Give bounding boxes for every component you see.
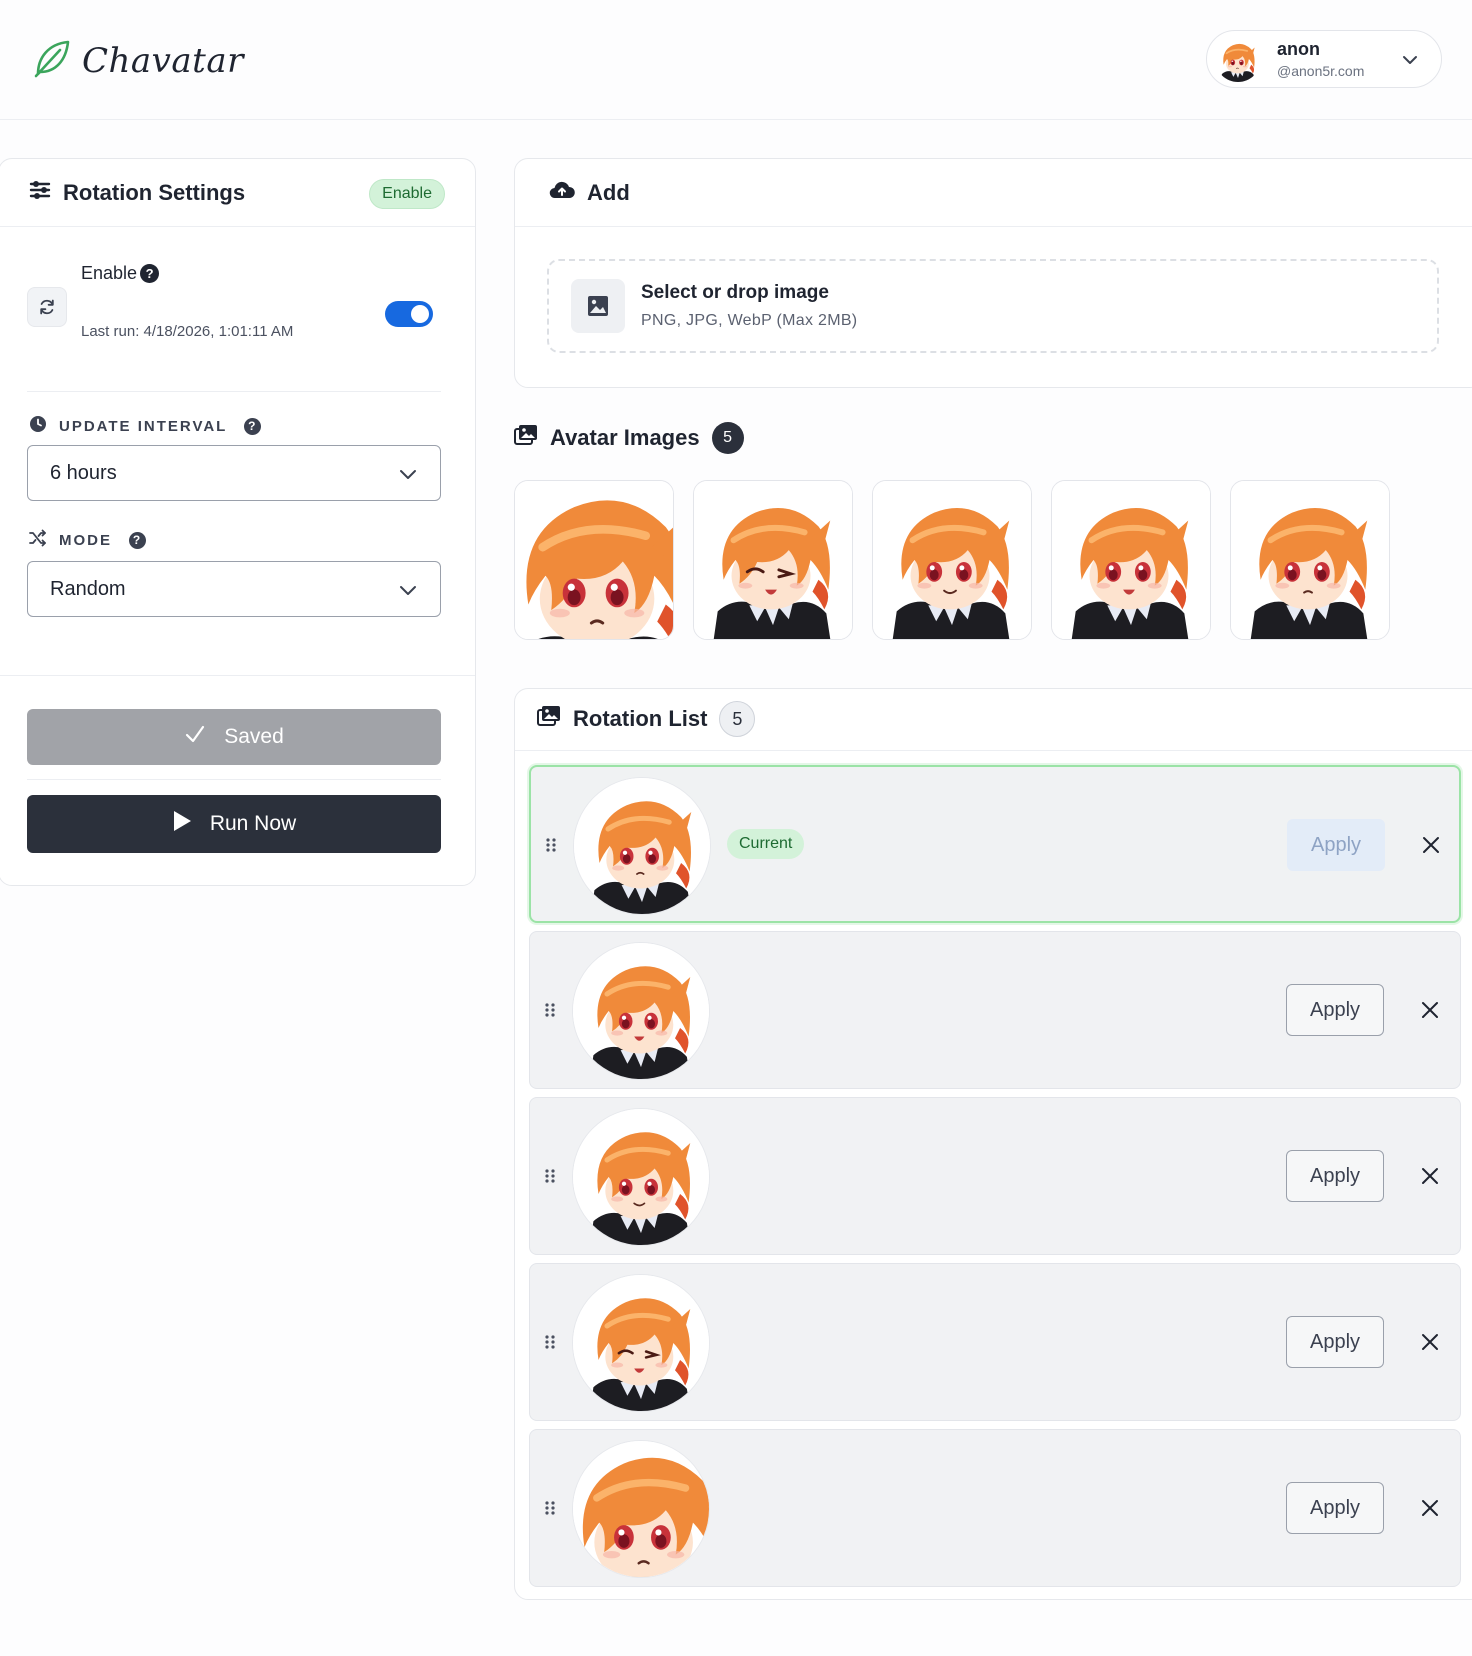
grip-icon[interactable] [545, 837, 557, 858]
sliders-icon [29, 179, 51, 206]
grip-icon[interactable] [544, 1334, 556, 1355]
close-icon[interactable] [1418, 998, 1442, 1022]
avatar-thumbnail[interactable] [693, 480, 853, 640]
mode-label-text: MODE [59, 531, 112, 549]
update-interval-value: 6 hours [50, 461, 117, 484]
rotation-row[interactable]: Apply [529, 1097, 1461, 1255]
cloud-upload-icon [549, 179, 575, 206]
rotation-avatar [572, 1440, 710, 1578]
rotation-settings-header: Rotation Settings Enable [0, 159, 475, 227]
user-email: @anon5r.com [1277, 63, 1365, 79]
avatar-images-title: Avatar Images [550, 425, 700, 450]
enable-toggle[interactable] [385, 301, 433, 327]
apply-button[interactable]: Apply [1287, 819, 1385, 871]
chevron-down-icon [1401, 51, 1419, 74]
divider [27, 779, 441, 780]
top-bar: Chavatar anon @anon5r.com [0, 0, 1472, 120]
chevron-down-icon [398, 580, 418, 606]
shuffle-icon [29, 529, 47, 551]
update-interval-label: UPDATE INTERVAL ? [29, 415, 262, 437]
play-icon [172, 810, 192, 838]
user-menu-button[interactable]: anon @anon5r.com [1206, 30, 1442, 88]
rotation-row[interactable]: Apply [529, 1429, 1461, 1587]
clock-icon [29, 415, 47, 437]
app-logo[interactable]: Chavatar [30, 36, 244, 85]
avatar-thumbnail[interactable] [1051, 480, 1211, 640]
refresh-icon [27, 287, 67, 327]
add-card: Add Select or drop image PNG, JPG, WebP … [514, 158, 1472, 388]
apply-button[interactable]: Apply [1286, 1150, 1384, 1202]
add-header: Add [515, 159, 1472, 227]
leaf-icon [30, 36, 74, 85]
rotation-avatar [573, 777, 711, 915]
images-icon [537, 705, 561, 733]
rotation-settings-title: Rotation Settings [63, 179, 246, 205]
user-avatar [1215, 36, 1261, 82]
run-now-label: Run Now [209, 812, 297, 835]
enable-setting: Enable? Last run: 4/18/2026, 1:01:11 AM [27, 247, 447, 407]
rotation-row[interactable]: Current Apply [529, 765, 1461, 923]
close-icon[interactable] [1418, 1330, 1442, 1354]
rotation-list-title: Rotation List [573, 706, 708, 731]
grip-icon[interactable] [544, 1500, 556, 1521]
help-icon[interactable]: ? [244, 417, 262, 435]
grip-icon[interactable] [544, 1168, 556, 1189]
apply-button[interactable]: Apply [1286, 984, 1384, 1036]
rotation-list-header: Rotation List 5 [515, 689, 1472, 751]
rotation-avatar [572, 1274, 710, 1412]
mode-select[interactable]: Random [27, 561, 441, 617]
rotation-row[interactable]: Apply [529, 1263, 1461, 1421]
rotation-settings-card: Rotation Settings Enable Enable? Last ru… [0, 158, 476, 886]
help-icon[interactable]: ? [140, 264, 160, 283]
help-icon[interactable]: ? [129, 531, 146, 549]
app-title: Chavatar [82, 40, 244, 81]
saved-button[interactable]: Saved [27, 709, 441, 765]
check-icon [184, 723, 206, 751]
chevron-down-icon [398, 464, 418, 490]
image-drop-zone[interactable]: Select or drop image PNG, JPG, WebP (Max… [547, 259, 1439, 353]
enable-label-text: Enable [81, 263, 138, 283]
images-icon [514, 424, 538, 452]
close-icon[interactable] [1418, 1496, 1442, 1520]
rotation-list-count: 5 [719, 701, 756, 737]
rotation-row[interactable]: Apply [529, 931, 1461, 1089]
apply-button[interactable]: Apply [1286, 1316, 1384, 1368]
status-badge: Enable [369, 179, 445, 209]
image-icon [571, 279, 625, 333]
rotation-avatar [572, 1108, 710, 1246]
mode-label: MODE ? [29, 529, 146, 551]
avatar-images-header: Avatar Images 5 [514, 422, 744, 454]
saved-button-label: Saved [224, 725, 284, 748]
close-icon[interactable] [1418, 1164, 1442, 1188]
avatar-thumbnail[interactable] [514, 480, 674, 640]
update-interval-label-text: UPDATE INTERVAL [59, 417, 228, 435]
last-run-text: Last run: 4/18/2026, 1:01:11 AM [81, 323, 294, 340]
close-icon[interactable] [1419, 833, 1443, 857]
avatar-thumbnail[interactable] [1230, 480, 1390, 640]
update-interval-select[interactable]: 6 hours [27, 445, 441, 501]
avatar-images-grid [514, 480, 1409, 640]
add-title: Add [587, 179, 630, 205]
drop-subtitle: PNG, JPG, WebP (Max 2MB) [641, 312, 858, 329]
grip-icon[interactable] [544, 1002, 556, 1023]
rotation-list-title-group: Rotation List 5 [537, 701, 756, 737]
apply-button[interactable]: Apply [1286, 1482, 1384, 1534]
drop-title: Select or drop image [641, 282, 829, 303]
run-now-button[interactable]: Run Now [27, 795, 441, 853]
current-badge: Current [727, 829, 805, 859]
user-name: anon [1277, 39, 1320, 59]
rotation-list-card: Rotation List 5 Current Apply Apply Appl… [514, 688, 1472, 1600]
avatar-images-count: 5 [711, 422, 744, 454]
divider [0, 675, 475, 676]
avatar-thumbnail[interactable] [872, 480, 1032, 640]
mode-value: Random [50, 577, 126, 600]
divider [27, 391, 441, 392]
enable-label: Enable? [81, 263, 160, 284]
rotation-avatar [572, 942, 710, 1080]
